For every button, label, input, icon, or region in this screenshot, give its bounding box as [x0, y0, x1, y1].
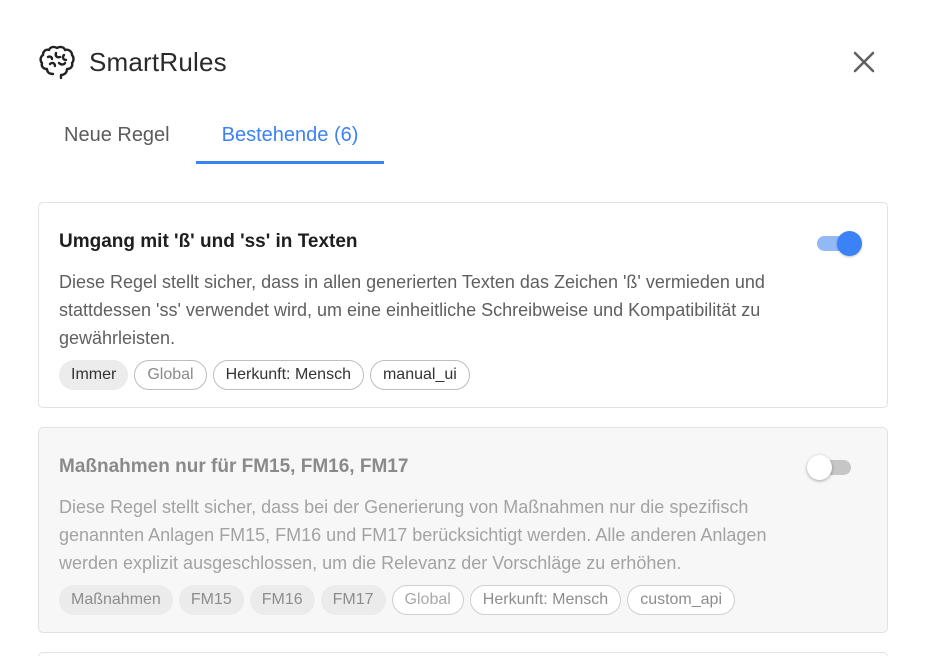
rule-description: Diese Regel stellt sicher, dass in allen… [59, 272, 765, 348]
rule-enabled-toggle[interactable] [815, 229, 862, 257]
tag-chip: Maßnahmen [59, 585, 173, 615]
toggle-thumb [807, 455, 832, 480]
smartrules-dialog: SmartRules Neue Regel Bestehende (6) Umg… [0, 0, 928, 656]
tag-chip: Herkunft: Mensch [469, 585, 622, 615]
close-icon [853, 51, 875, 73]
tag-chip: Herkunft: Mensch [212, 360, 364, 390]
rule-description: Diese Regel stellt sicher, dass bei der … [59, 497, 767, 573]
tab-existing-rules[interactable]: Bestehende (6) [195, 106, 385, 164]
rule-card-partial [38, 652, 888, 656]
close-button[interactable] [846, 44, 882, 80]
tag-chip: Global [391, 585, 464, 615]
rule-tags: Maßnahmen FM15 FM16 FM17 Global Herkunft… [59, 585, 867, 615]
rule-card: Maßnahmen nur für FM15, FM16, FM17 Diese… [38, 427, 888, 633]
tag-chip: FM16 [249, 585, 315, 615]
app-title: SmartRules [89, 46, 227, 77]
rule-title: Umgang mit 'ß' und 'ss' in Texten [59, 231, 358, 252]
rule-card: Umgang mit 'ß' und 'ss' in Texten Diese … [38, 202, 888, 408]
tag-chip: custom_api [627, 585, 736, 615]
dialog-header: SmartRules [39, 40, 227, 84]
tag-chip: FM15 [178, 585, 244, 615]
tab-bar: Neue Regel Bestehende (6) [38, 106, 385, 164]
rule-tags: Immer Global Herkunft: Mensch manual_ui [59, 360, 867, 390]
brain-icon [39, 45, 75, 80]
rule-title: Maßnahmen nur für FM15, FM16, FM17 [59, 456, 409, 477]
tag-chip: manual_ui [369, 360, 470, 390]
rule-enabled-toggle[interactable] [807, 453, 857, 481]
tag-chip: Global [134, 360, 207, 390]
tab-new-rule[interactable]: Neue Regel [38, 106, 196, 164]
toggle-thumb [837, 231, 862, 256]
tag-chip: Immer [59, 360, 129, 390]
tag-chip: FM17 [320, 585, 386, 615]
